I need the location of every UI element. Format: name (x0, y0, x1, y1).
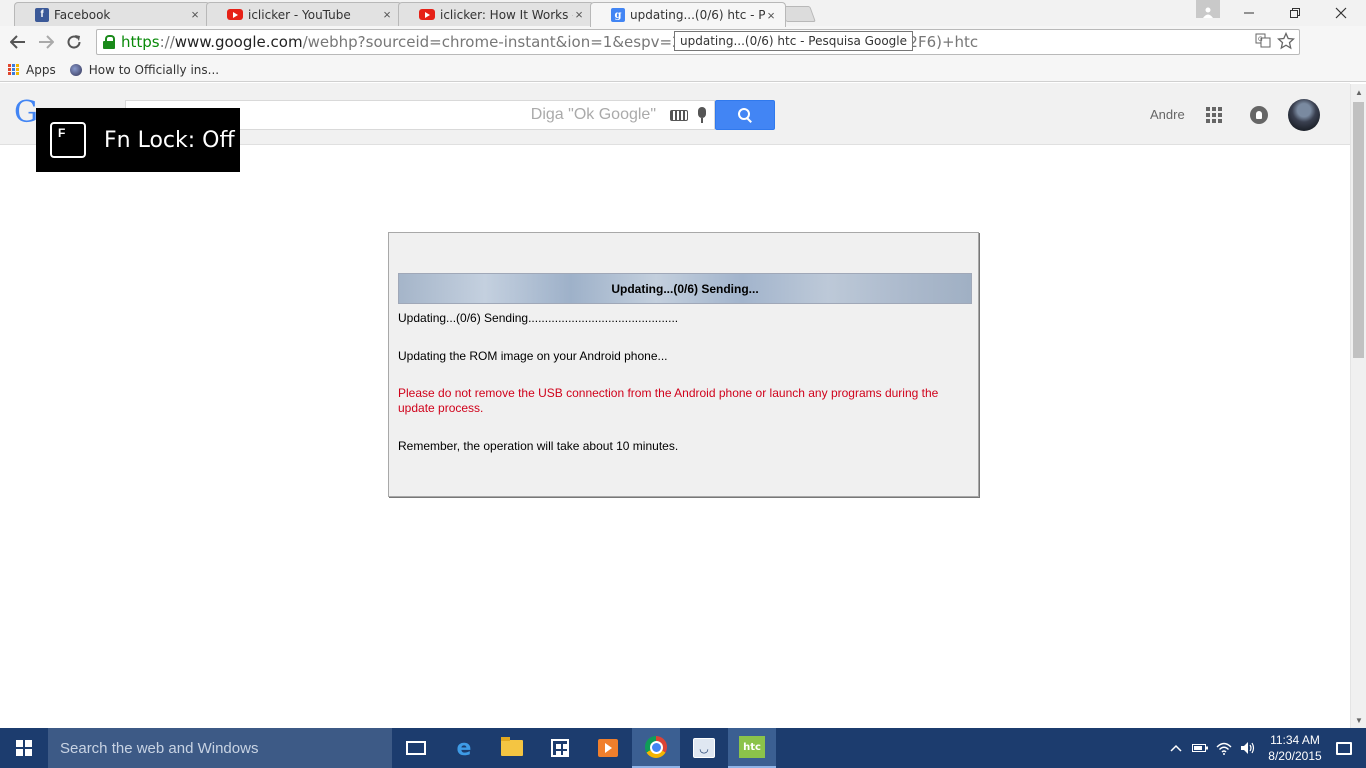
globe-icon (69, 63, 82, 76)
htc-updater-button[interactable]: htc (728, 728, 776, 768)
close-icon[interactable]: × (381, 7, 393, 22)
reload-icon[interactable] (62, 30, 86, 54)
microphone-icon[interactable] (698, 107, 706, 123)
apps-grid-icon (8, 63, 20, 76)
taskbar-search-input[interactable]: Search the web and Windows (48, 728, 392, 768)
youtube-icon (227, 9, 243, 20)
google-apps-icon[interactable] (1206, 107, 1222, 123)
fn-lock-status: Fn Lock: Off (104, 127, 235, 153)
notifications-bell-icon[interactable] (1250, 106, 1268, 124)
tab-title: Facebook (54, 7, 111, 22)
google-icon: g (611, 8, 625, 22)
omnibox-actions: G (1255, 31, 1296, 55)
facebook-icon: f (35, 7, 49, 22)
profile-icon[interactable] (1196, 0, 1220, 18)
star-icon[interactable] (1276, 31, 1296, 55)
start-button[interactable] (0, 728, 48, 768)
chevron-up-icon[interactable] (1164, 728, 1188, 768)
volume-icon[interactable] (1236, 728, 1260, 768)
forward-arrow-icon[interactable] (34, 30, 58, 54)
bookmark-how-to[interactable]: How to Officially ins... (69, 63, 219, 77)
tab-title: iclicker: How It Works - Yo (440, 7, 573, 22)
tab-youtube-iclicker[interactable]: iclicker - YouTube × (206, 2, 402, 26)
search-icon (738, 108, 752, 122)
edge-icon: e (456, 735, 472, 761)
avatar[interactable] (1288, 99, 1320, 131)
clock-time: 11:34 AM (1270, 733, 1320, 747)
windows-taskbar: Search the web and Windows e ◡ htc 11:34… (0, 728, 1366, 768)
restore-button[interactable] (1272, 0, 1318, 26)
system-tray: 11:34 AM 8/20/2015 (1164, 728, 1366, 768)
tab-strip: f Facebook × iclicker - YouTube × iclick… (0, 0, 1366, 27)
tooltip: updating...(0/6) htc - Pesquisa Google (674, 31, 913, 51)
info-line: Updating the ROM image on your Android p… (398, 349, 668, 363)
tab-youtube-how-it-works[interactable]: iclicker: How It Works - Yo × (398, 2, 594, 26)
fn-key-icon: F (50, 122, 86, 158)
close-icon[interactable]: × (189, 7, 201, 22)
chrome-button[interactable] (632, 728, 680, 768)
tab-facebook[interactable]: f Facebook × (14, 2, 210, 26)
scrollbar-thumb[interactable] (1353, 102, 1364, 358)
battery-icon[interactable] (1188, 728, 1212, 768)
tab-google-search[interactable]: g updating...(0/6) htc - Pesq × (590, 2, 786, 27)
google-search-button[interactable] (715, 100, 775, 130)
wifi-icon[interactable] (1212, 728, 1236, 768)
fn-lock-overlay: F Fn Lock: Off (36, 108, 240, 172)
user-name[interactable]: Andre (1150, 107, 1185, 122)
search-placeholder: Diga "Ok Google" (530, 106, 656, 123)
scroll-up-arrow-icon[interactable]: ▲ (1351, 84, 1366, 100)
duration-line: Remember, the operation will take about … (398, 439, 679, 453)
translate-icon[interactable]: G (1255, 32, 1271, 55)
keyboard-icon[interactable] (670, 109, 688, 121)
svg-text:G: G (1258, 36, 1263, 43)
bookmarks-bar: Apps How to Officially ins... (0, 58, 1366, 82)
dialog-app-button[interactable]: ◡ (680, 728, 728, 768)
store-button[interactable] (536, 728, 584, 768)
task-view-button[interactable] (392, 728, 440, 768)
action-center-icon[interactable] (1336, 741, 1352, 755)
close-icon[interactable]: × (573, 7, 585, 22)
minimize-button[interactable] (1226, 0, 1272, 26)
tab-title: iclicker - YouTube (248, 7, 351, 22)
page-scrollbar[interactable]: ▲ ▼ (1350, 84, 1366, 728)
back-arrow-icon[interactable] (6, 30, 30, 54)
taskbar-clock[interactable]: 11:34 AM 8/20/2015 (1260, 732, 1330, 764)
edge-button[interactable]: e (440, 728, 488, 768)
folder-icon (501, 737, 523, 756)
task-view-icon (406, 741, 426, 755)
file-explorer-button[interactable] (488, 728, 536, 768)
rom-update-dialog: Updating...(0/6) Sending... Updating...(… (388, 232, 979, 497)
youtube-icon (419, 9, 435, 20)
scroll-down-arrow-icon[interactable]: ▼ (1351, 712, 1366, 728)
warning-line: Please do not remove the USB connection … (398, 386, 939, 415)
clock-date: 8/20/2015 (1268, 749, 1322, 763)
htc-icon: htc (739, 736, 765, 758)
media-player-icon (598, 739, 618, 757)
media-player-button[interactable] (584, 728, 632, 768)
status-line: Updating...(0/6) Sending................… (398, 311, 679, 325)
tab-title: updating...(0/6) htc - Pesq (630, 8, 765, 22)
app-window-icon: ◡ (693, 738, 715, 758)
lock-icon[interactable] (103, 35, 117, 49)
chrome-icon (645, 736, 667, 758)
update-progress-bar: Updating...(0/6) Sending... (398, 273, 972, 304)
close-window-button[interactable] (1318, 0, 1364, 26)
bookmark-apps[interactable]: Apps (8, 63, 56, 77)
store-icon (551, 739, 569, 757)
google-logo[interactable]: G (14, 95, 38, 130)
windows-logo-icon (16, 740, 32, 756)
close-icon[interactable]: × (765, 8, 777, 23)
